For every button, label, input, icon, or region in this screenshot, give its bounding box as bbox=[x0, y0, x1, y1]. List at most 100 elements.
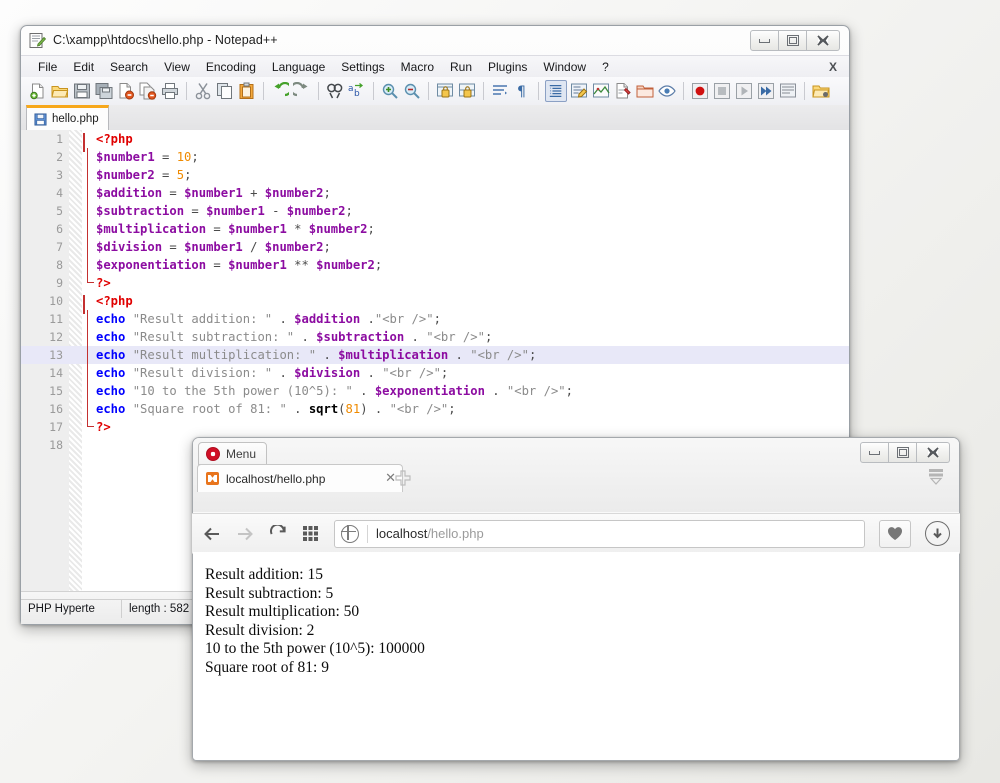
menu-language[interactable]: Language bbox=[264, 58, 333, 76]
code-line[interactable]: 15echo "10 to the 5th power (10^5): " . … bbox=[21, 382, 849, 400]
opera-browser-window[interactable]: Menu localhost/hello.php ✕ localhost/hel… bbox=[192, 437, 960, 761]
code-line[interactable]: 17?> bbox=[21, 418, 849, 436]
reload-icon[interactable] bbox=[268, 524, 287, 543]
folder-as-workspace-icon[interactable] bbox=[635, 81, 655, 101]
forward-arrow-icon[interactable] bbox=[235, 524, 254, 543]
function-list-icon[interactable] bbox=[613, 81, 633, 101]
tab-hello-php[interactable]: hello.php bbox=[26, 105, 109, 130]
notepad-window-buttons[interactable] bbox=[750, 30, 840, 51]
opera-tab-localhost[interactable]: localhost/hello.php ✕ bbox=[197, 464, 403, 492]
heart-bookmark-icon[interactable] bbox=[879, 520, 911, 548]
speed-dial-icon[interactable] bbox=[301, 524, 320, 543]
opera-maximize-button[interactable] bbox=[889, 442, 917, 463]
menu-file[interactable]: File bbox=[30, 58, 65, 76]
save-macro-icon[interactable] bbox=[778, 81, 798, 101]
back-arrow-icon[interactable] bbox=[202, 524, 221, 543]
code-line[interactable]: 3$number2 = 5; bbox=[21, 166, 849, 184]
menu-encoding[interactable]: Encoding bbox=[198, 58, 264, 76]
menu-view[interactable]: View bbox=[156, 58, 198, 76]
tab-stack-icon[interactable] bbox=[926, 468, 946, 486]
code-line[interactable]: 12echo "Result subtraction: " . $subtrac… bbox=[21, 328, 849, 346]
run-macro-multiple-icon[interactable] bbox=[756, 81, 776, 101]
replace-icon[interactable]: ab bbox=[347, 81, 367, 101]
zoom-in-icon[interactable] bbox=[380, 81, 400, 101]
downloads-icon[interactable] bbox=[925, 521, 950, 546]
code-token: 10 bbox=[177, 150, 192, 164]
code-token: <?php bbox=[96, 132, 133, 146]
paste-icon[interactable] bbox=[237, 81, 257, 101]
sync-horizontal-scroll-icon[interactable] bbox=[457, 81, 477, 101]
close-file-icon[interactable] bbox=[116, 81, 136, 101]
open-file-icon[interactable] bbox=[50, 81, 70, 101]
show-document-map-icon[interactable] bbox=[591, 81, 611, 101]
save-icon[interactable] bbox=[72, 81, 92, 101]
opera-navigation-bar[interactable]: localhost/hello.php bbox=[192, 513, 960, 554]
record-macro-icon[interactable] bbox=[690, 81, 710, 101]
close-document-button[interactable]: X bbox=[829, 60, 837, 74]
code-line[interactable]: 13echo "Result multiplication: " . $mult… bbox=[21, 346, 849, 364]
code-line[interactable]: 6$multiplication = $number1 * $number2; bbox=[21, 220, 849, 238]
menu-plugins[interactable]: Plugins bbox=[480, 58, 535, 76]
menu-settings[interactable]: Settings bbox=[333, 58, 392, 76]
fold-collapse-icon[interactable] bbox=[83, 134, 94, 145]
notepad-close-button[interactable] bbox=[807, 30, 840, 51]
zoom-out-icon[interactable] bbox=[402, 81, 422, 101]
menu-window[interactable]: Window bbox=[535, 58, 594, 76]
code-token: <?php bbox=[96, 294, 133, 308]
notepad-tab-strip[interactable]: hello.php bbox=[21, 105, 849, 131]
close-icon bbox=[817, 35, 829, 46]
fold-collapse-icon[interactable] bbox=[83, 296, 94, 307]
notepad-toolbar[interactable]: ab ¶ bbox=[21, 77, 849, 106]
address-bar-text[interactable]: localhost/hello.php bbox=[376, 526, 484, 541]
undo-icon[interactable] bbox=[270, 81, 290, 101]
new-file-icon[interactable] bbox=[28, 81, 48, 101]
user-defined-language-icon[interactable] bbox=[569, 81, 589, 101]
globe-icon bbox=[341, 525, 359, 543]
toolbar-separator bbox=[683, 82, 684, 100]
show-all-characters-icon[interactable]: ¶ bbox=[512, 81, 532, 101]
menu-search[interactable]: Search bbox=[102, 58, 156, 76]
code-line-text: ?> bbox=[96, 418, 111, 436]
opera-window-buttons[interactable] bbox=[860, 442, 950, 463]
code-line[interactable]: 2$number1 = 10; bbox=[21, 148, 849, 166]
menu-run[interactable]: Run bbox=[442, 58, 480, 76]
notepad-minimize-button[interactable] bbox=[750, 30, 779, 51]
word-wrap-icon[interactable] bbox=[490, 81, 510, 101]
copy-icon[interactable] bbox=[215, 81, 235, 101]
run-icon[interactable] bbox=[811, 81, 831, 101]
code-line[interactable]: 8$exponentiation = $number1 ** $number2; bbox=[21, 256, 849, 274]
print-icon[interactable] bbox=[160, 81, 180, 101]
monitoring-icon[interactable] bbox=[657, 81, 677, 101]
code-line[interactable]: 16echo "Square root of 81: " . sqrt(81) … bbox=[21, 400, 849, 418]
menu-help[interactable]: ? bbox=[594, 58, 617, 76]
opera-menu-button[interactable]: Menu bbox=[198, 442, 267, 465]
code-line[interactable]: 11echo "Result addition: " . $addition .… bbox=[21, 310, 849, 328]
redo-icon[interactable] bbox=[292, 81, 312, 101]
code-line[interactable]: 14echo "Result division: " . $division .… bbox=[21, 364, 849, 382]
indent-guide-icon[interactable] bbox=[545, 80, 567, 102]
code-line[interactable]: 10<?php bbox=[21, 292, 849, 310]
stop-recording-icon[interactable] bbox=[712, 81, 732, 101]
menu-macro[interactable]: Macro bbox=[393, 58, 442, 76]
notepad-maximize-button[interactable] bbox=[779, 30, 807, 51]
menu-edit[interactable]: Edit bbox=[65, 58, 102, 76]
sync-vertical-scroll-icon[interactable] bbox=[435, 81, 455, 101]
new-tab-plus-icon[interactable] bbox=[395, 470, 411, 486]
opera-close-button[interactable] bbox=[917, 442, 950, 463]
code-line[interactable]: 1<?php bbox=[21, 130, 849, 148]
opera-minimize-button[interactable] bbox=[860, 442, 889, 463]
play-macro-icon[interactable] bbox=[734, 81, 754, 101]
save-all-icon[interactable] bbox=[94, 81, 114, 101]
code-line[interactable]: 4$addition = $number1 + $number2; bbox=[21, 184, 849, 202]
notepad-menubar[interactable]: File Edit Search View Encoding Language … bbox=[21, 55, 849, 78]
code-line[interactable]: 7$division = $number1 / $number2; bbox=[21, 238, 849, 256]
find-icon[interactable] bbox=[325, 81, 345, 101]
close-all-icon[interactable] bbox=[138, 81, 158, 101]
code-line[interactable]: 9?> bbox=[21, 274, 849, 292]
address-bar[interactable]: localhost/hello.php bbox=[334, 520, 865, 548]
opera-tab-row[interactable]: localhost/hello.php ✕ bbox=[192, 464, 960, 491]
code-rows[interactable]: 1<?php2$number1 = 10;3$number2 = 5;4$add… bbox=[21, 130, 849, 454]
notepad-titlebar[interactable]: C:\xampp\htdocs\hello.php - Notepad++ bbox=[20, 25, 850, 55]
code-line[interactable]: 5$subtraction = $number1 - $number2; bbox=[21, 202, 849, 220]
cut-icon[interactable] bbox=[193, 81, 213, 101]
